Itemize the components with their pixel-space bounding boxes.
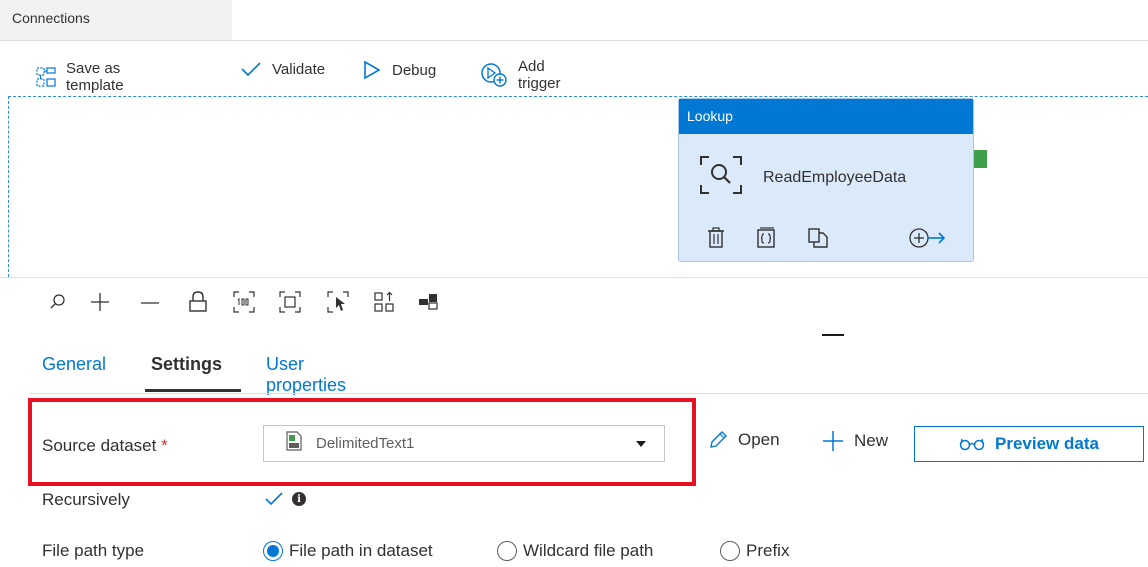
lookup-activity-name: ReadEmployeeData (763, 168, 907, 186)
radio-prefix[interactable]: Prefix (720, 541, 789, 561)
top-divider (0, 40, 1148, 41)
auto-align-icon[interactable] (370, 288, 398, 316)
open-dataset-button[interactable]: Open (708, 430, 780, 450)
add-trigger-icon (480, 62, 508, 88)
info-icon[interactable]: i (292, 492, 306, 506)
pencil-icon (708, 430, 728, 450)
lookup-node-body: ReadEmployeeData (699, 155, 906, 200)
code-icon[interactable] (755, 227, 777, 254)
lookup-icon (699, 155, 743, 200)
add-trigger-label: Add trigger (518, 58, 561, 92)
glasses-icon (959, 436, 985, 452)
preview-data-label: Preview data (995, 434, 1099, 453)
template-icon (36, 67, 56, 87)
info-glyph: i (297, 493, 301, 505)
lock-icon[interactable] (184, 288, 212, 316)
play-icon (362, 60, 382, 80)
connections-tab-label: Connections (12, 10, 90, 26)
open-label: Open (738, 430, 780, 449)
tab-user-properties[interactable]: User properties (266, 354, 346, 396)
lookup-type-label: Lookup (687, 108, 733, 124)
debug-label: Debug (392, 61, 437, 79)
copy-icon[interactable] (807, 227, 829, 254)
recursively-label: Recursively (42, 490, 130, 509)
pipeline-canvas[interactable] (8, 96, 1148, 277)
tab-general[interactable]: General (42, 354, 106, 375)
tab-settings[interactable]: Settings (151, 354, 222, 375)
fit-to-screen-icon[interactable] (276, 288, 304, 316)
new-label: New (854, 431, 889, 450)
preview-data-button[interactable]: Preview data (914, 426, 1144, 462)
annotation-highlight-box (28, 398, 696, 486)
debug-button[interactable]: Debug (362, 60, 436, 80)
radio-label: Wildcard file path (523, 541, 654, 560)
validate-label: Validate (272, 60, 326, 78)
search-icon[interactable] (44, 288, 72, 316)
connections-tab[interactable]: Connections (0, 0, 232, 40)
radio-file-path-in-dataset[interactable]: File path in dataset (263, 541, 433, 561)
select-icon[interactable] (324, 288, 352, 316)
plus-icon (822, 430, 844, 452)
add-trigger-button[interactable]: Add trigger (480, 58, 561, 92)
zoom-out-icon[interactable] (136, 288, 164, 316)
lookup-node-actions (707, 227, 947, 251)
minimap-icon[interactable] (414, 288, 442, 316)
radio-button (497, 541, 517, 561)
save-as-template-button[interactable]: Save as template (36, 60, 124, 94)
radio-label: Prefix (746, 541, 790, 560)
success-output-port[interactable] (974, 150, 987, 168)
lookup-activity-node[interactable]: Lookup ReadEmployeeData (678, 98, 974, 262)
lookup-node-header: Lookup (679, 99, 973, 134)
active-tab-indicator (145, 389, 241, 392)
zoom-100-icon[interactable] (230, 288, 258, 316)
radio-button-selected (263, 541, 283, 561)
recursively-checkbox[interactable] (263, 488, 285, 510)
new-dataset-button[interactable]: New (822, 430, 888, 452)
radio-button (720, 541, 740, 561)
tabs-divider (30, 393, 1148, 394)
add-output-icon[interactable] (907, 227, 947, 254)
save-as-template-label: Save as template (66, 60, 124, 94)
validate-button[interactable]: Validate (240, 60, 325, 78)
canvas-divider (0, 277, 1148, 278)
panel-resize-handle[interactable] (822, 334, 844, 336)
radio-wildcard-file-path[interactable]: Wildcard file path (497, 541, 653, 561)
file-path-type-label: File path type (42, 541, 145, 560)
checkmark-icon (240, 60, 262, 78)
delete-icon[interactable] (707, 227, 725, 254)
zoom-in-icon[interactable] (86, 288, 114, 316)
radio-label: File path in dataset (289, 541, 433, 560)
